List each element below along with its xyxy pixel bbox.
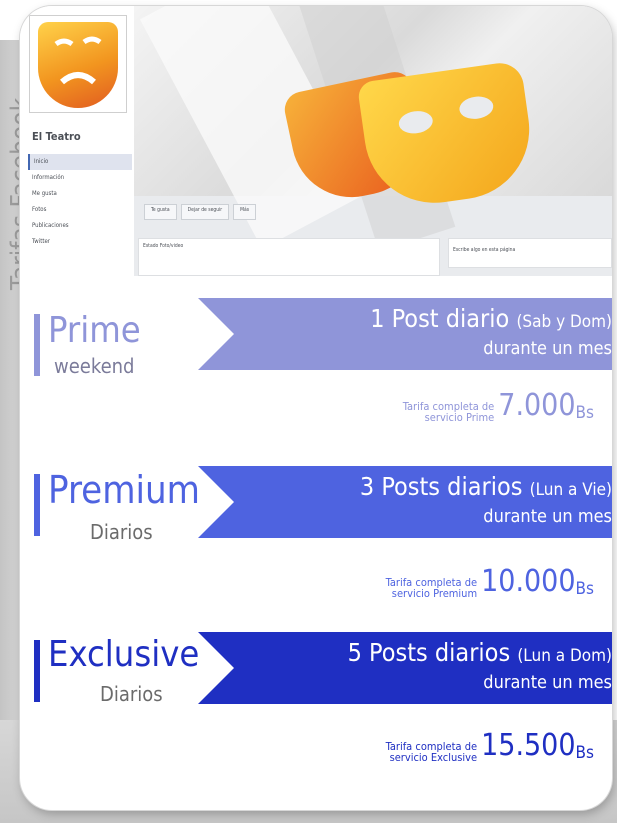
- price-value: 10.000: [481, 564, 576, 599]
- plan-duration: durante un mes: [483, 338, 612, 359]
- plan-subtitle: weekend: [54, 354, 135, 378]
- plan-name: Prime: [48, 310, 141, 351]
- follow-button[interactable]: Dejar de seguir: [180, 204, 230, 220]
- page-nav: Inicio Información Me gusta Fotos Public…: [28, 154, 132, 250]
- plan-price: Tarifa completa de servicio Exclusive 15…: [385, 728, 594, 764]
- plan-accent-bar: [34, 474, 40, 536]
- theater-shield-logo-icon: [38, 22, 118, 108]
- plan-description: 3 Posts diarios (Lun a Vie): [359, 472, 612, 501]
- more-button[interactable]: Más: [233, 204, 257, 220]
- plan-accent-bar: [34, 314, 40, 376]
- price-currency: Bs: [575, 743, 594, 763]
- price-value: 15.500: [481, 728, 576, 763]
- page-action-buttons: Te gusta Dejar de seguir Más: [144, 204, 257, 220]
- plan-exclusive: Exclusive Diarios 5 Posts diarios (Lun a…: [20, 622, 612, 763]
- plan-prime: Prime weekend 1 Post diario (Sab y Dom) …: [20, 296, 612, 423]
- nav-item-me-gusta[interactable]: Me gusta: [28, 186, 132, 202]
- nav-item-inicio[interactable]: Inicio: [28, 154, 132, 170]
- plan-description: 1 Post diario (Sab y Dom): [370, 304, 612, 333]
- plan-banner: 1 Post diario (Sab y Dom) durante un mes: [198, 298, 612, 370]
- plan-duration: durante un mes: [483, 506, 612, 527]
- price-currency: Bs: [575, 579, 594, 599]
- nav-item-twitter[interactable]: Twitter: [28, 234, 132, 250]
- facebook-page-mockup: El Teatro Inicio Información Me gusta Fo…: [20, 6, 612, 276]
- plan-subtitle: Diarios: [90, 520, 153, 544]
- side-box[interactable]: Escribe algo en esta página: [448, 238, 612, 268]
- profile-picture[interactable]: [30, 16, 126, 112]
- plan-duration: durante un mes: [483, 672, 612, 693]
- plan-banner: 5 Posts diarios (Lun a Dom) durante un m…: [198, 632, 612, 704]
- nav-item-fotos[interactable]: Fotos: [28, 202, 132, 218]
- facebook-sidebar: El Teatro Inicio Información Me gusta Fo…: [20, 6, 134, 276]
- price-currency: Bs: [575, 403, 594, 423]
- post-composer[interactable]: Estado Foto/video: [138, 238, 440, 276]
- price-value: 7.000: [498, 388, 576, 423]
- pricing-card: El Teatro Inicio Información Me gusta Fo…: [20, 6, 612, 810]
- plan-banner: 3 Posts diarios (Lun a Vie) durante un m…: [198, 466, 612, 538]
- plan-accent-bar: [34, 640, 40, 702]
- nav-item-publicaciones[interactable]: Publicaciones: [28, 218, 132, 234]
- page-name: El Teatro: [32, 130, 81, 143]
- post-tabs: Estado Foto/video: [143, 243, 184, 249]
- plan-price: Tarifa completa de servicio Premium 10.0…: [385, 564, 594, 600]
- plan-name: Premium: [48, 468, 200, 512]
- plan-description: 5 Posts diarios (Lun a Dom): [347, 638, 612, 667]
- plan-name: Exclusive: [48, 634, 200, 675]
- like-button[interactable]: Te gusta: [144, 204, 177, 220]
- plan-premium: Premium Diarios 3 Posts diarios (Lun a V…: [20, 456, 612, 599]
- plan-price: Tarifa completa de servicio Prime 7.000B…: [402, 388, 594, 424]
- plan-subtitle: Diarios: [100, 682, 163, 706]
- nav-item-informacion[interactable]: Información: [28, 170, 132, 186]
